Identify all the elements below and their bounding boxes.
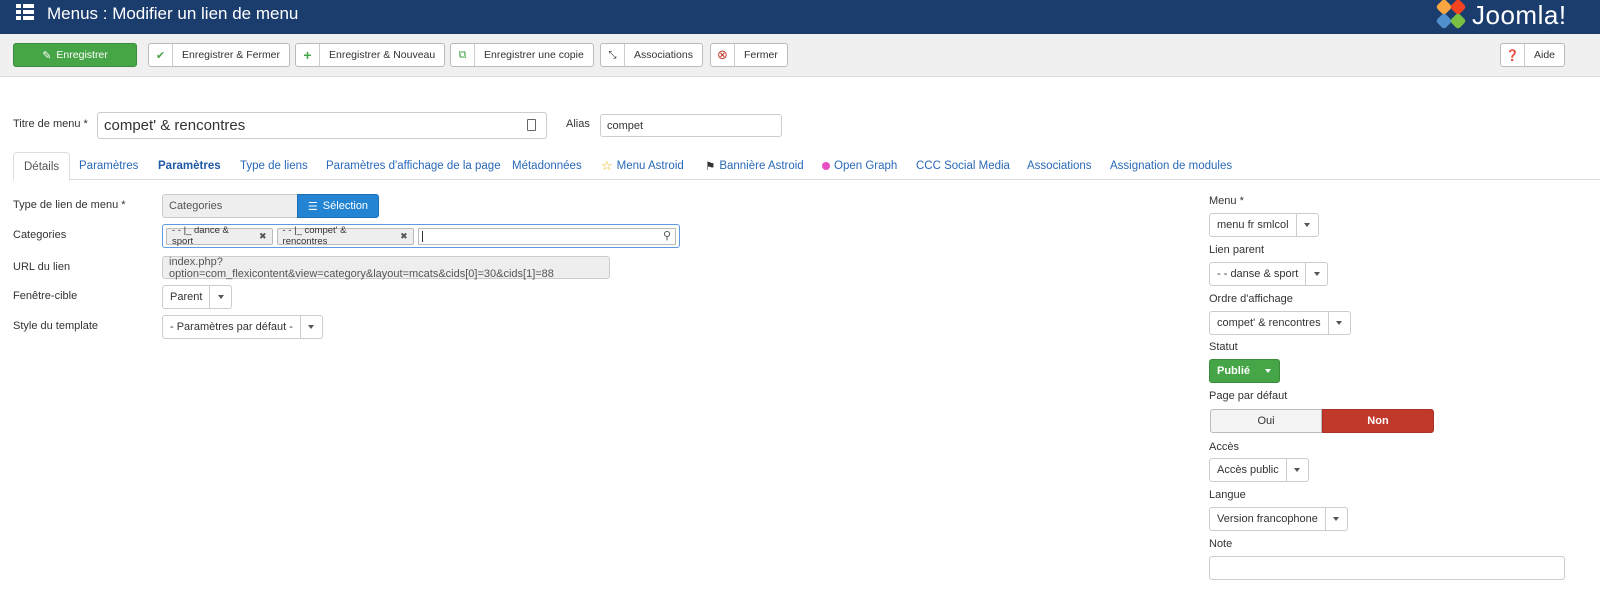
help-button[interactable]: ❓ Aide — [1500, 43, 1566, 67]
url-label: URL du lien — [13, 261, 71, 273]
category-chip[interactable]: - - |_ compet' & rencontres ✖ — [276, 225, 414, 247]
copy-icon: ⧉ — [451, 44, 475, 66]
app-header: Menus : Modifier un lien de menu Joomla! — [0, 0, 1600, 34]
remove-icon[interactable]: ✖ — [259, 231, 267, 242]
search-icon: ⚲ — [662, 230, 671, 242]
tab-banniere-astroid[interactable]: ⚑ Bannière Astroid — [705, 152, 804, 180]
chevron-down-icon — [1327, 312, 1350, 334]
plus-icon: + — [296, 44, 320, 66]
default-yes-button[interactable]: Oui — [1210, 409, 1322, 433]
tab-details[interactable]: Détails — [13, 152, 71, 181]
save-close-button[interactable]: ✔ Enregistrer & Fermer — [148, 43, 291, 67]
category-chip[interactable]: - - |_ dance & sport ✖ — [166, 225, 273, 247]
tab-parametres-bold[interactable]: Paramètres — [158, 152, 221, 180]
link-type-value: Categories — [162, 194, 297, 218]
tab-affichage-page[interactable]: Paramètres d'affichage de la page — [326, 152, 501, 180]
categories-multiselect[interactable]: - - |_ dance & sport ✖ - - |_ compet' & … — [162, 224, 680, 248]
check-icon: ✔ — [149, 44, 173, 66]
parent-select[interactable]: - - danse & sport — [1209, 262, 1329, 286]
chevron-down-icon — [1257, 360, 1279, 382]
default-page-label: Page par défaut — [1209, 390, 1288, 402]
tab-type-liens[interactable]: Type de liens — [240, 152, 308, 180]
menu-label: Menu * — [1209, 195, 1244, 207]
access-select[interactable]: Accès public — [1209, 458, 1309, 482]
alias-label: Alias — [566, 118, 590, 130]
chevron-down-icon — [1295, 214, 1318, 236]
language-select[interactable]: Version francophone — [1209, 507, 1348, 531]
flag-icon: ⚑ — [705, 161, 716, 173]
menu-list-icon[interactable] — [16, 4, 34, 20]
parent-label: Lien parent — [1209, 244, 1265, 256]
chevron-down-icon — [1305, 263, 1327, 285]
link-type-label: Type de lien de menu * — [13, 199, 126, 211]
toolbar: ✎ Enregistrer ✔ Enregistrer & Fermer + E… — [0, 34, 1600, 77]
tab-metadonnees[interactable]: Métadonnées — [512, 152, 582, 180]
target-select[interactable]: Parent — [162, 285, 233, 309]
chevron-down-icon — [299, 316, 322, 338]
question-icon: ❓ — [1501, 44, 1525, 66]
open-graph-dot-icon — [822, 162, 830, 170]
chevron-down-icon — [1324, 508, 1347, 530]
tab-ccc-social-media[interactable]: CCC Social Media — [916, 152, 1010, 180]
close-button[interactable]: ⊗ Fermer — [710, 43, 788, 67]
remove-icon[interactable]: ✖ — [400, 231, 408, 242]
order-label: Ordre d'affichage — [1209, 293, 1293, 305]
status-select[interactable]: Publié — [1209, 359, 1281, 383]
tab-open-graph[interactable]: Open Graph — [822, 152, 897, 180]
save-button[interactable]: ✎ Enregistrer — [13, 43, 137, 67]
link-type-group: Categories ☰ Sélection — [162, 194, 379, 218]
star-icon: ☆ — [601, 158, 613, 173]
template-label: Style du template — [13, 320, 98, 332]
chevron-down-icon — [209, 286, 231, 308]
chevron-down-icon — [1285, 459, 1308, 481]
cancel-icon: ⊗ — [711, 44, 735, 66]
selection-button[interactable]: ☰ Sélection — [297, 194, 379, 218]
default-no-button[interactable]: Non — [1322, 409, 1434, 433]
save-new-button[interactable]: + Enregistrer & Nouveau — [295, 43, 446, 67]
title-input[interactable]: compet' & rencontres — [97, 112, 547, 139]
title-label: Titre de menu * — [13, 118, 88, 130]
joomla-logo: Joomla! — [1435, 0, 1567, 32]
edit-icon: ✎ — [42, 49, 52, 62]
template-select[interactable]: - Paramètres par défaut - — [162, 315, 323, 339]
associations-button[interactable]: ⤡ Associations — [600, 43, 703, 67]
category-search-input[interactable] — [417, 227, 676, 245]
alias-input[interactable]: compet — [600, 114, 782, 137]
tab-parametres[interactable]: Paramètres — [79, 152, 138, 180]
tab-menu-astroid[interactable]: ☆ Menu Astroid — [601, 152, 684, 180]
menu-select[interactable]: menu fr smlcol — [1209, 213, 1319, 237]
contract-icon: ⤡ — [601, 44, 625, 66]
status-label: Statut — [1209, 341, 1238, 353]
access-label: Accès — [1209, 441, 1239, 453]
note-input[interactable] — [1209, 556, 1565, 580]
categories-label: Categories — [13, 229, 67, 241]
url-field: index.php?option=com_flexicontent&view=c… — [162, 256, 610, 280]
brand-name: Joomla! — [1472, 0, 1567, 30]
tab-associations[interactable]: Associations — [1027, 152, 1092, 180]
language-label: Langue — [1209, 489, 1246, 501]
note-label: Note — [1209, 538, 1233, 550]
list-icon: ☰ — [307, 200, 318, 213]
clipboard-icon — [527, 119, 536, 131]
tab-bar: Détails Paramètres Paramètres Type de li… — [13, 152, 1600, 181]
default-page-toggle: Oui Non — [1210, 409, 1434, 433]
save-copy-button[interactable]: ⧉ Enregistrer une copie — [450, 43, 594, 67]
joomla-mark-icon — [1435, 0, 1467, 30]
page-title: Menus : Modifier un lien de menu — [47, 4, 299, 23]
order-select[interactable]: compet' & rencontres — [1209, 311, 1351, 335]
target-label: Fenêtre-cible — [13, 290, 78, 302]
tab-assignation-modules[interactable]: Assignation de modules — [1110, 152, 1232, 180]
